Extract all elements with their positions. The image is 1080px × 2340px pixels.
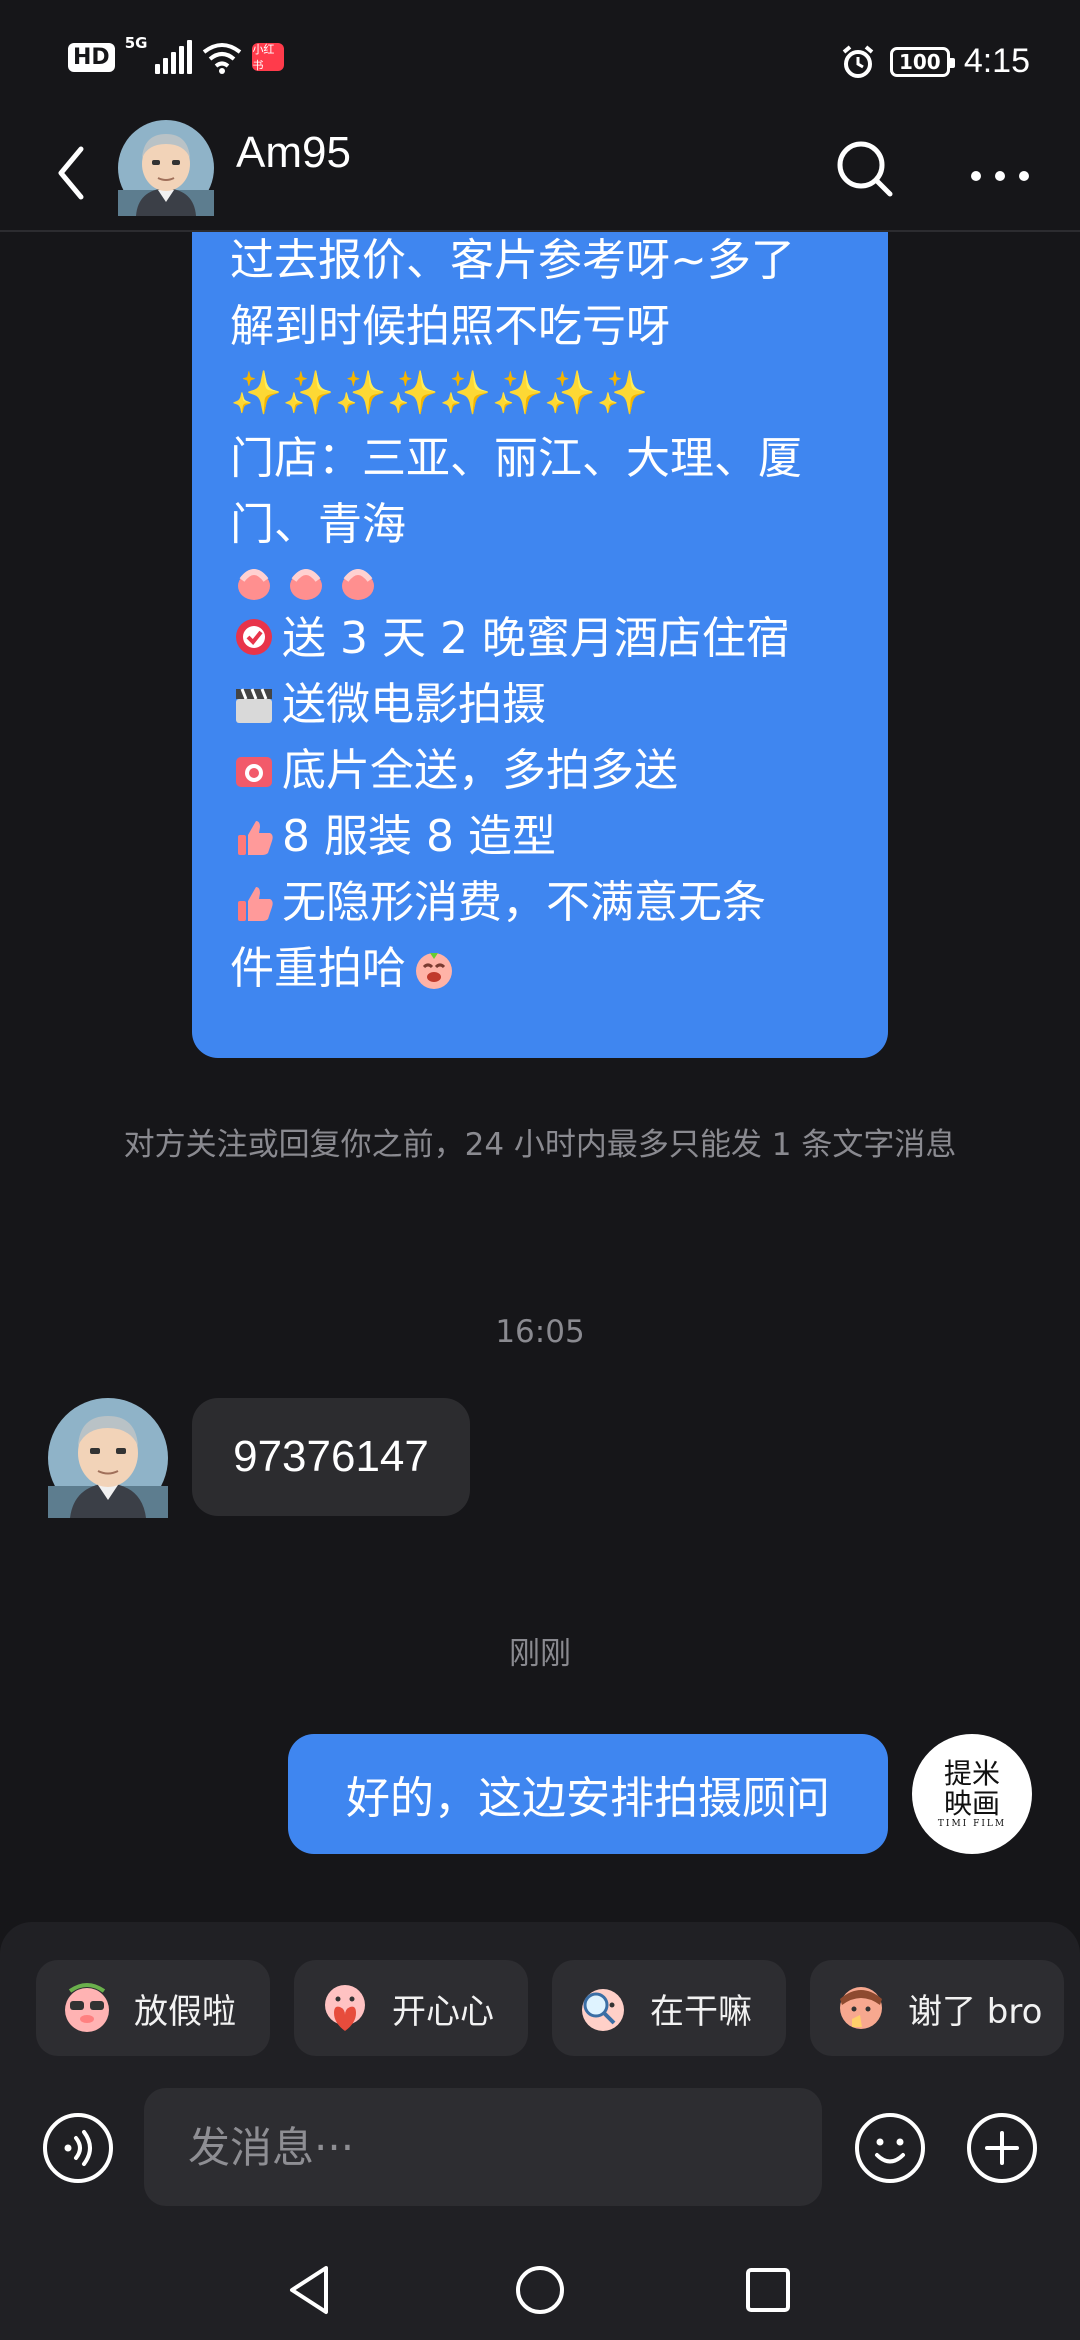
my-avatar[interactable]: 提米 映画 TIMI FILM [912,1734,1032,1854]
nav-recents-icon[interactable] [738,2260,798,2320]
camera-icon [236,757,272,787]
signal-icon [155,40,193,74]
contact-name: Am95 [236,128,351,177]
quick-reply-label: 谢了 bro [908,1991,1043,2032]
message-line: 门店：三亚、丽江、大理、厦 [230,433,802,484]
incoming-promo-message[interactable]: 过去报价、客片参考呀~多了 解到时候拍照不吃亏呀 ✨✨✨✨✨✨✨✨ 门店：三亚、… [192,232,888,1058]
avatar-logo-text: 映画 [943,1787,1000,1820]
clapping-hands-icon [290,569,322,600]
message-line: 无隐形消费，不满意无条 [230,870,850,936]
quick-reply-chip[interactable]: 在干嘛 [552,1960,786,2056]
outgoing-message[interactable]: 好的，这边安排拍摄顾问 [288,1734,888,1854]
wifi-icon [203,43,242,74]
quick-reply-label: 放假啦 [134,1991,236,2032]
message-line: 底片全送，多拍多送 [230,738,850,804]
nav-home-icon[interactable] [510,2260,570,2320]
composer-row [0,2088,1080,2208]
message-text: 送微电影拍摄 [282,679,546,730]
avatar-logo-subtext: TIMI FILM [937,1819,1007,1829]
message-line: 8 服装 8 造型 [230,804,850,870]
message-text: 送 3 天 2 晚蜜月酒店住宿 [282,613,790,664]
message-text: 件重拍哈 [230,943,406,994]
contact-avatar[interactable] [118,120,214,216]
quick-reply-label: 在干嘛 [650,1991,752,2032]
hd-indicator: HD [68,42,115,72]
quick-reply-bar: 放假啦 开心心 在干嘛 谢了 bro [36,1960,1064,2056]
message-line: 件重拍哈 [230,936,850,1002]
sparkles-line: ✨✨✨✨✨✨✨✨ [230,368,649,417]
battery-icon: 100 [889,46,955,77]
quick-reply-chip[interactable]: 谢了 bro [810,1960,1064,2056]
message-line: 送 3 天 2 晚蜜月酒店住宿 [230,606,850,672]
more-options-icon[interactable] [960,134,1040,204]
pig-magnifier-sticker-icon [582,1989,624,2031]
clock: 4:15 [963,42,1030,80]
search-icon[interactable] [830,134,900,204]
pig-thumbs-sticker-icon [840,1987,882,2029]
alarm-icon [842,44,874,78]
status-bar: HD 5G 小红书 100 4:15 [0,0,1080,120]
message-text: 8 服装 8 造型 [282,811,556,862]
messaging-limit-notice: 对方关注或回复你之前，24 小时内最多只能发 1 条文字消息 [123,1127,957,1163]
message-text: 底片全送，多拍多送 [282,745,678,796]
chevron-left-icon [58,146,84,200]
clapping-hands-icon [342,569,374,600]
chat-header: Am95 [0,120,1080,232]
incoming-message[interactable]: 97376147 [192,1398,470,1516]
timestamp: 刚刚 [509,1636,571,1672]
emoji-icon[interactable] [852,2110,928,2186]
quick-reply-chip[interactable]: 开心心 [294,1960,528,2056]
clapping-hands-icon [238,569,270,600]
clapping-hands-line [230,558,850,606]
thumbs-up-icon [238,887,273,921]
message-list[interactable]: 过去报价、客片参考呀~多了 解到时候拍照不吃亏呀 ✨✨✨✨✨✨✨✨ 门店：三亚、… [0,232,1080,1922]
message-text: 无隐形消费，不满意无条 [282,877,766,928]
plus-icon[interactable] [964,2110,1040,2186]
message-line: 过去报价、客片参考呀~多了 [230,235,795,286]
peer-avatar[interactable] [48,1398,168,1518]
pig-heart-sticker-icon [325,1985,365,2031]
timestamp: 16:05 [495,1314,585,1350]
back-button[interactable] [40,138,100,208]
clapperboard-icon [236,688,272,723]
quick-reply-chip[interactable]: 放假啦 [36,1960,270,2056]
quick-reply-label: 开心心 [392,1991,494,2032]
xiaohongshu-app-icon: 小红书 [252,43,285,72]
message-line: 门、青海 [230,499,406,550]
laughing-pig-sticker-icon [416,953,452,989]
network-type-label: 5G [124,34,148,52]
red-check-pin-icon [236,619,272,655]
message-line: 解到时候拍照不吃亏呀 [230,301,670,352]
system-navigation-bar [0,2252,1080,2340]
pig-sunglasses-sticker-icon [65,1983,109,2032]
nav-back-icon[interactable] [282,2260,342,2320]
voice-input-icon[interactable] [40,2110,116,2186]
message-line: 送微电影拍摄 [230,672,850,738]
message-input[interactable] [144,2088,822,2206]
thumbs-up-icon [238,821,273,855]
composer-panel: 放假啦 开心心 在干嘛 谢了 bro [0,1922,1080,2340]
avatar-logo-text: 提米 [943,1757,1000,1790]
